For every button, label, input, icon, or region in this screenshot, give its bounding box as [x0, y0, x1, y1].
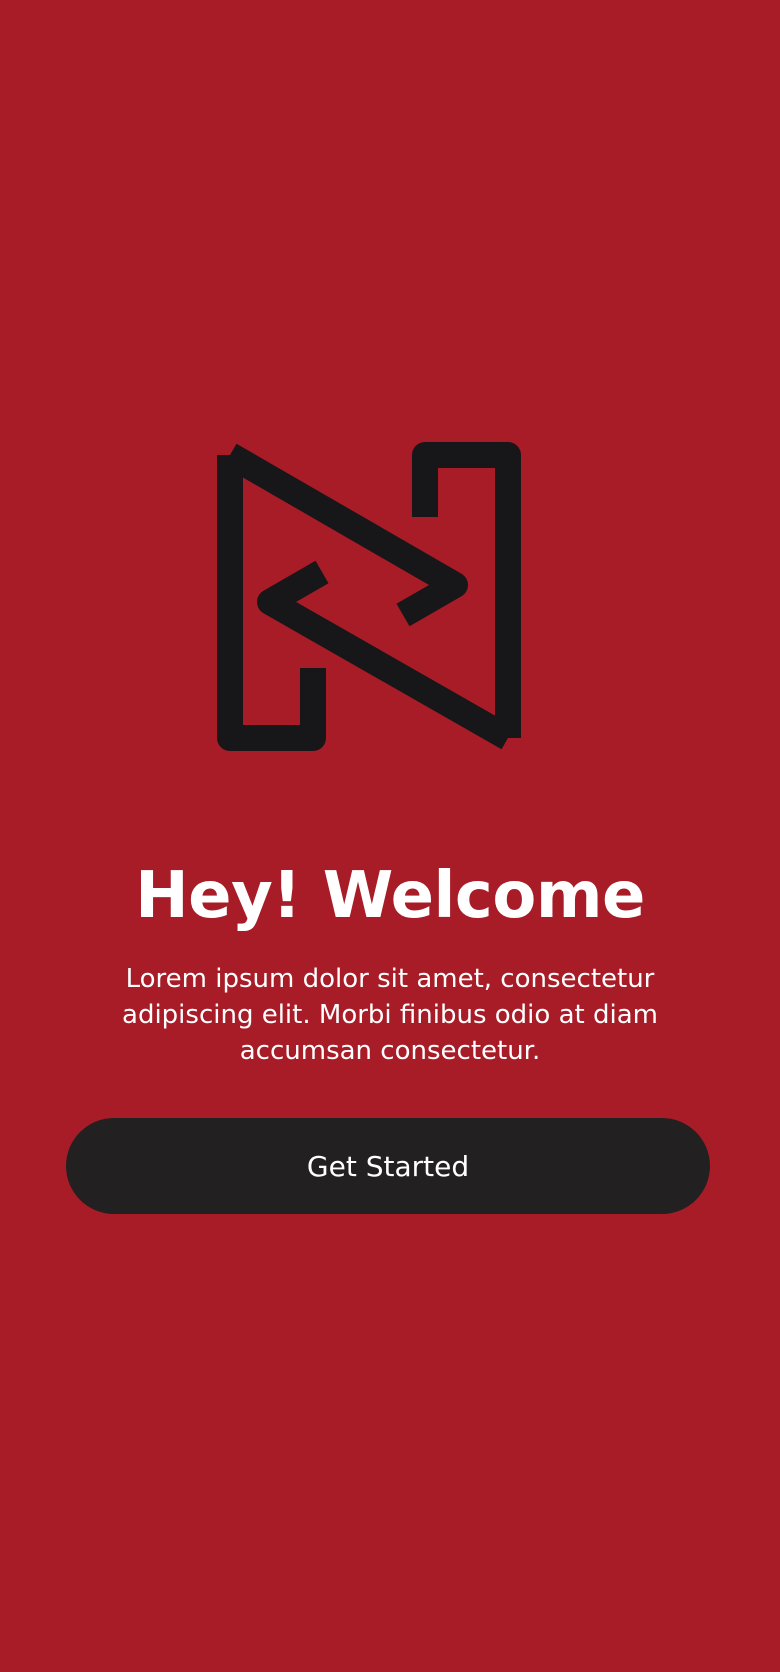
welcome-screen: Hey! Welcome Lorem ipsum dolor sit amet,…	[0, 0, 780, 1672]
welcome-description: Lorem ipsum dolor sit amet, consectetur …	[122, 964, 658, 1066]
get-started-button[interactable]: Get Started	[66, 1118, 710, 1214]
page-title: Hey! Welcome	[135, 859, 645, 933]
brand-logo-icon	[210, 440, 530, 760]
